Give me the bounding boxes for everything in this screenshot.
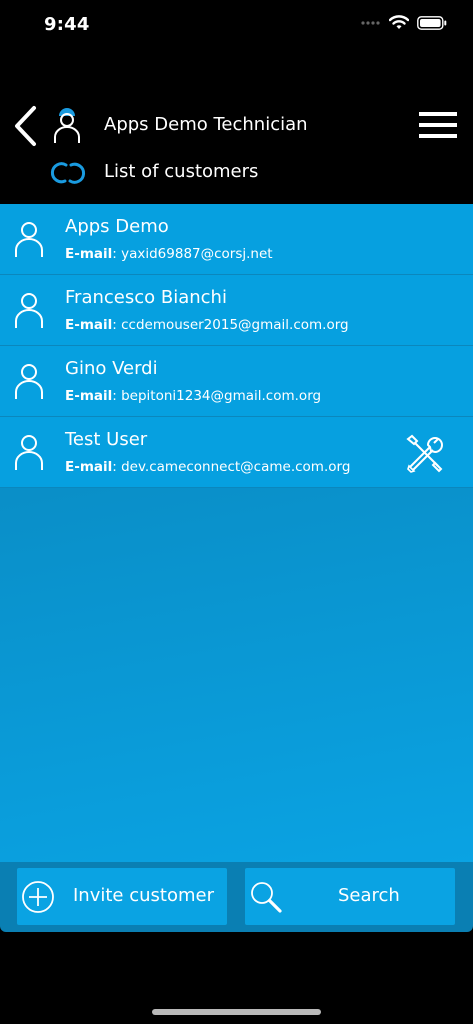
- customer-email: E-mail: bepitoni1234@gmail.com.org: [65, 388, 322, 404]
- technician-icon: [54, 108, 80, 143]
- user-icon: [15, 293, 43, 328]
- status-icons: [361, 15, 447, 30]
- bottom-action-bar: Invite customer Search: [0, 862, 473, 932]
- invite-customer-button[interactable]: Invite customer: [17, 868, 227, 925]
- customer-list: Apps Demo E-mail: yaxid69887@corsj.net F…: [0, 204, 473, 488]
- email-value: ccdemouser2015@gmail.com.org: [121, 317, 349, 333]
- tools-icon[interactable]: [404, 433, 444, 473]
- user-icon: [15, 222, 43, 257]
- search-label: Search: [338, 885, 400, 906]
- home-indicator: [152, 1009, 321, 1015]
- email-value: dev.cameconnect@came.com.org: [121, 459, 351, 475]
- page-subtitle: List of customers: [104, 161, 259, 182]
- link-icon: [50, 162, 86, 184]
- customer-row[interactable]: Apps Demo E-mail: yaxid69887@corsj.net: [0, 204, 473, 275]
- customer-row[interactable]: Gino Verdi E-mail: bepitoni1234@gmail.co…: [0, 346, 473, 417]
- customer-email: E-mail: ccdemouser2015@gmail.com.org: [65, 317, 349, 333]
- hamburger-menu-icon[interactable]: [417, 110, 459, 140]
- cellular-signal-icon: [361, 20, 380, 25]
- customer-row[interactable]: Test User E-mail: dev.cameconnect@came.c…: [0, 417, 473, 488]
- user-icon: [15, 435, 43, 470]
- user-icon: [15, 364, 43, 399]
- email-value: bepitoni1234@gmail.com.org: [121, 388, 322, 404]
- plus-circle-icon: [22, 881, 54, 913]
- email-label: E-mail: [65, 246, 113, 262]
- invite-customer-label: Invite customer: [73, 885, 214, 906]
- customer-email: E-mail: dev.cameconnect@came.com.org: [65, 459, 351, 475]
- magnifier-icon: [251, 882, 282, 913]
- back-chevron-icon[interactable]: [10, 104, 40, 148]
- customer-name: Test User: [65, 429, 148, 450]
- email-label: E-mail: [65, 317, 113, 333]
- customer-name: Apps Demo: [65, 216, 169, 237]
- wifi-icon: [389, 15, 409, 29]
- status-bar: 9:44: [0, 0, 473, 52]
- search-button[interactable]: Search: [245, 868, 455, 925]
- customer-name: Francesco Bianchi: [65, 287, 227, 308]
- technician-name: Apps Demo Technician: [104, 114, 308, 135]
- customer-email: E-mail: yaxid69887@corsj.net: [65, 246, 273, 262]
- customer-row[interactable]: Francesco Bianchi E-mail: ccdemouser2015…: [0, 275, 473, 346]
- email-label: E-mail: [65, 459, 113, 475]
- email-value: yaxid69887@corsj.net: [121, 246, 273, 262]
- email-label: E-mail: [65, 388, 113, 404]
- customer-list-area: Apps Demo E-mail: yaxid69887@corsj.net F…: [0, 204, 473, 862]
- battery-icon: [417, 15, 447, 30]
- status-time: 9:44: [44, 14, 90, 35]
- customer-name: Gino Verdi: [65, 358, 158, 379]
